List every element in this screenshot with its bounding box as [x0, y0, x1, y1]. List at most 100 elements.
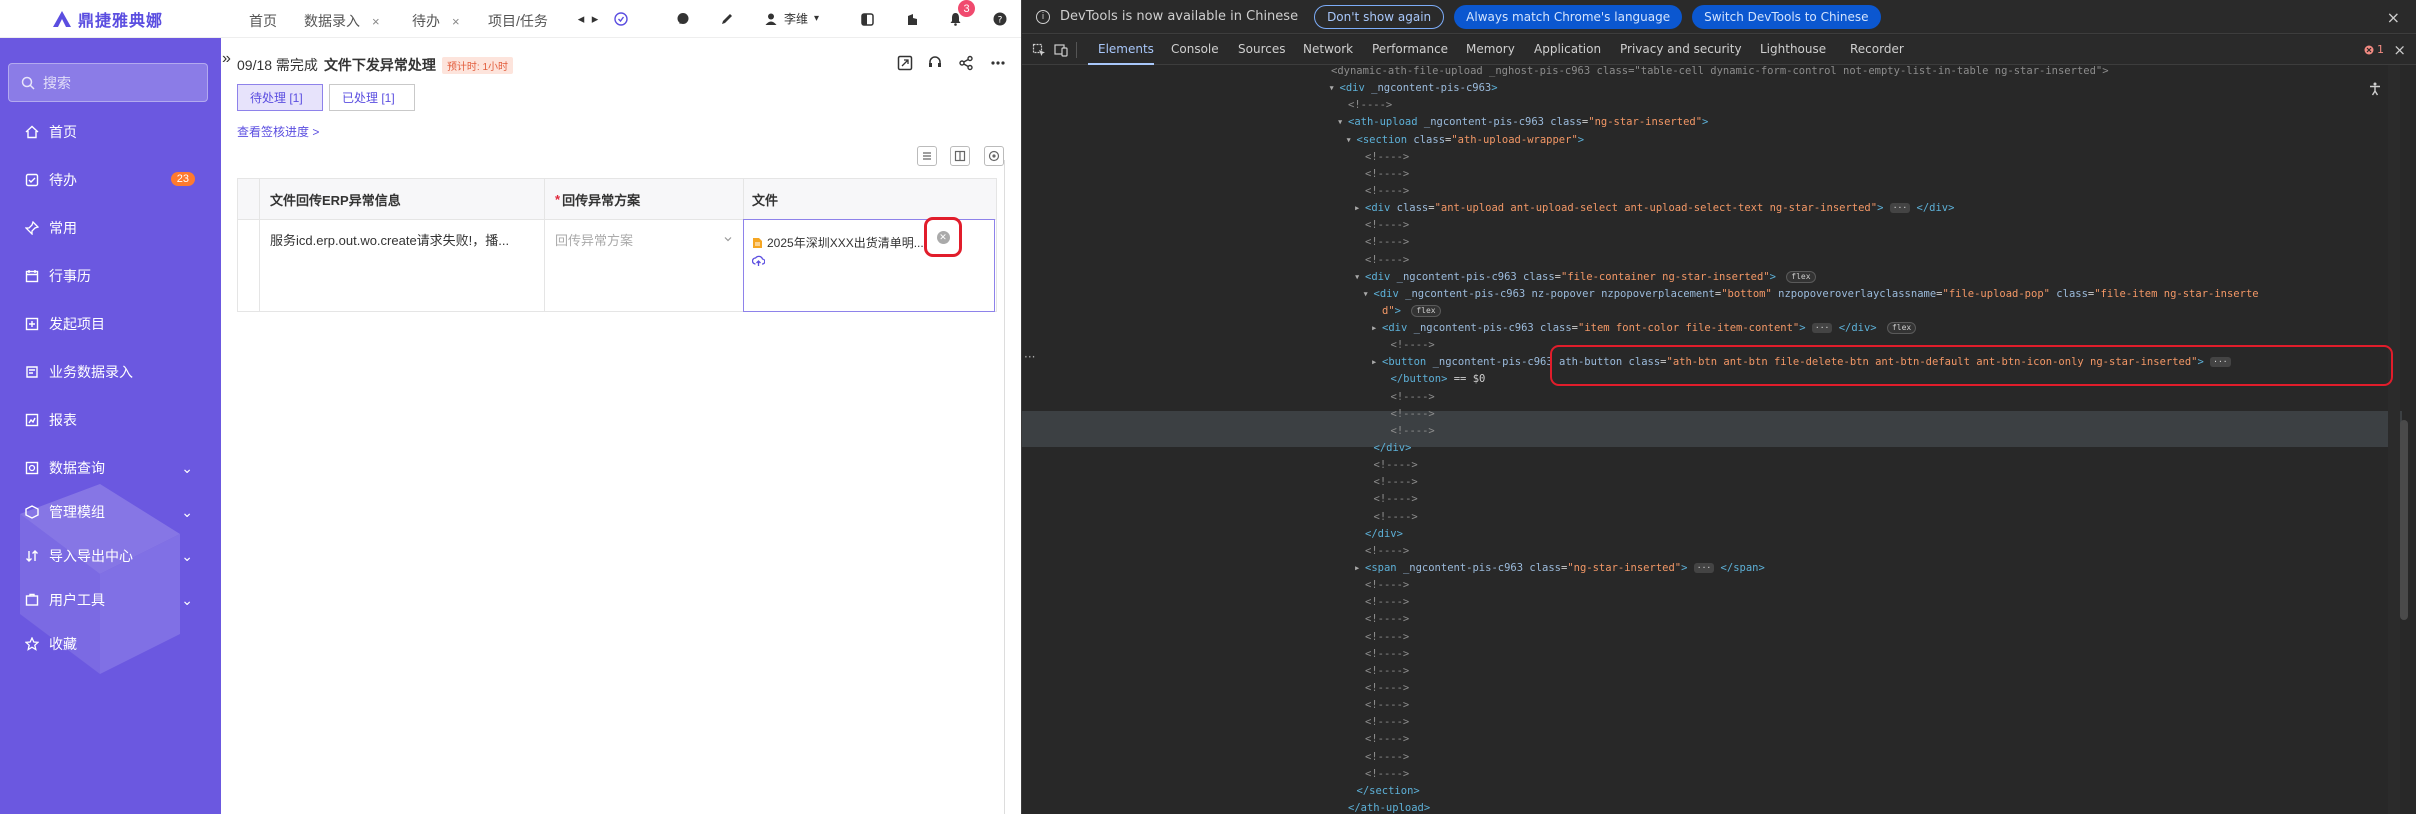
dom-node-line[interactable]: <!----> [1354, 611, 1409, 628]
sidebar-item-home[interactable]: 首页 [0, 110, 221, 154]
collapse-icon[interactable]: » [222, 50, 231, 68]
dont-show-again-button[interactable]: Don't show again [1314, 4, 1445, 29]
dom-node-line[interactable]: ▾ <div _ngcontent-pis-c963> [1329, 80, 1498, 97]
close-devtools-icon[interactable]: × [2393, 41, 2406, 59]
tab-data-entry[interactable]: 数据录入 × [304, 11, 380, 31]
dom-node-line[interactable]: ▾ <div _ngcontent-pis-c963 nz-popover nzp… [1363, 286, 2259, 303]
user-menu[interactable]: 李维 ▾ [764, 10, 819, 27]
tab-console[interactable]: Console [1171, 42, 1219, 56]
dom-node-line[interactable]: <!----> [1354, 749, 1409, 766]
dom-node-line[interactable]: </section> [1346, 783, 1420, 800]
panel-icon[interactable] [858, 10, 876, 28]
dom-node-line[interactable]: <!----> [1380, 389, 1435, 406]
expand-toggle-icon[interactable]: ▸ [1354, 200, 1362, 217]
upload-icon[interactable] [751, 255, 986, 270]
dom-node-line[interactable]: <!----> [1363, 491, 1418, 508]
fullscreen-icon[interactable] [895, 53, 915, 73]
dom-node-line[interactable]: <!----> [1354, 217, 1409, 234]
dom-node-line[interactable]: <!----> [1354, 766, 1409, 783]
dom-node-line[interactable]: <!----> [1354, 646, 1409, 663]
sidebar-item-collection[interactable]: 收藏 [0, 622, 221, 666]
dom-node-line[interactable]: <!----> [1354, 714, 1409, 731]
dom-node-line[interactable]: </ath-upload> [1337, 800, 1430, 814]
dom-node-line[interactable]: <!----> [1354, 663, 1409, 680]
chat-icon[interactable] [674, 10, 692, 28]
tab-network[interactable]: Network [1303, 42, 1353, 56]
dom-node-line[interactable]: ▾ <div _ngcontent-pis-c963 class="file-co… [1354, 269, 1816, 286]
expand-toggle-icon[interactable]: ▾ [1363, 286, 1371, 303]
expand-toggle-icon[interactable]: ▾ [1346, 132, 1354, 149]
building-icon[interactable] [903, 10, 921, 28]
sidebar-item-import-export[interactable]: 导入导出中心 ⌄ [0, 534, 221, 578]
tab-privacy-security[interactable]: Privacy and security [1620, 42, 1742, 56]
tab-processed[interactable]: 已处理 [1] [329, 84, 415, 111]
tab-sources[interactable]: Sources [1238, 42, 1285, 56]
sidebar-item-favorites-common[interactable]: 常用 [0, 206, 221, 250]
dom-node-line[interactable]: <!----> [1354, 234, 1409, 251]
dom-node-line[interactable]: <!----> [1354, 183, 1409, 200]
dom-node-line[interactable]: <!----> [1354, 594, 1409, 611]
dom-node-line[interactable]: d"> flex [1371, 303, 1441, 320]
dom-node-line[interactable]: <!----> [1363, 457, 1418, 474]
node-actions-icon[interactable]: ··· [1024, 350, 1035, 364]
dom-node-line[interactable]: <!----> [1354, 577, 1409, 594]
dom-node-line[interactable]: ▸ <div _ngcontent-pis-c963 class="item fo… [1371, 320, 1917, 337]
dom-node-line[interactable]: ▾ <section class="ath-upload-wrapper"> [1346, 132, 1585, 149]
expand-toggle-icon[interactable]: ▸ [1371, 320, 1379, 337]
dom-node-line[interactable]: ▸ <span _ngcontent-pis-c963 class="ng-sta… [1354, 560, 1765, 577]
device-toolbar-icon[interactable] [1052, 41, 1070, 59]
table-filter-icon[interactable] [950, 146, 970, 166]
edit-icon[interactable] [718, 10, 736, 28]
tab-memory[interactable]: Memory [1466, 42, 1515, 56]
tab-performance[interactable]: Performance [1372, 42, 1448, 56]
tab-application[interactable]: Application [1534, 42, 1601, 56]
logo[interactable]: 鼎捷雅典娜 [52, 8, 163, 30]
close-icon[interactable]: × [452, 14, 460, 29]
sidebar-item-calendar[interactable]: 行事历 [0, 254, 221, 298]
switch-to-chinese-button[interactable]: Switch DevTools to Chinese [1692, 4, 1881, 29]
always-match-language-button[interactable]: Always match Chrome's language [1454, 4, 1683, 29]
dom-node-line[interactable]: <!----> [1354, 166, 1409, 183]
sidebar-item-data-query[interactable]: 数据查询 ⌄ [0, 446, 221, 490]
dom-node-line[interactable]: <!----> [1354, 149, 1409, 166]
dom-node-line[interactable]: <!----> [1354, 697, 1409, 714]
error-counter[interactable]: 1 [2364, 43, 2384, 56]
sidebar-item-report[interactable]: 报表 [0, 398, 221, 442]
dom-node-line[interactable]: <!----> [1354, 731, 1409, 748]
search-input[interactable]: 搜索 [8, 63, 208, 102]
dom-node-line[interactable]: ▸ <div class="ant-upload ant-upload-selec… [1354, 200, 1954, 217]
help-icon[interactable]: ? [991, 10, 1009, 28]
support-icon[interactable] [925, 53, 945, 73]
dom-node-line[interactable]: <!----> [1354, 543, 1409, 560]
more-icon[interactable] [988, 53, 1008, 73]
sidebar-item-data-entry[interactable]: 业务数据录入 [0, 350, 221, 394]
expand-toggle-icon[interactable]: ▾ [1354, 269, 1362, 286]
close-icon[interactable]: × [372, 14, 380, 29]
dom-node-line[interactable]: <!----> [1354, 680, 1409, 697]
dom-node-line[interactable]: <!----> [1380, 423, 1435, 440]
dom-node-line-selected[interactable]: </button> == $0 [1380, 371, 1486, 388]
plan-select[interactable]: 回传异常方案 [545, 220, 744, 311]
table-settings-icon[interactable] [984, 146, 1004, 166]
close-icon[interactable]: × [2387, 8, 2400, 27]
dom-node-line[interactable]: </div> [1354, 526, 1403, 543]
tab-recorder[interactable]: Recorder [1850, 42, 1904, 56]
tab-todo[interactable]: 待办 × [412, 11, 460, 31]
accessibility-icon[interactable] [2368, 82, 2382, 100]
dom-node-line[interactable]: <!----> [1363, 474, 1418, 491]
tab-project-task[interactable]: 项目/任务 [488, 11, 552, 31]
expand-toggle-icon[interactable]: ▾ [1329, 80, 1337, 97]
dom-node-line[interactable]: <!----> [1380, 406, 1435, 423]
dom-node-line[interactable]: <dynamic-ath-file-upload _nghost-pis-c96… [1320, 65, 2109, 80]
tab-home[interactable]: 首页 [249, 11, 277, 31]
dom-node-line[interactable]: <!----> [1363, 509, 1418, 526]
dom-node-line[interactable]: <!----> [1337, 97, 1392, 114]
dom-node-line[interactable]: <!----> [1354, 252, 1409, 269]
expand-toggle-icon[interactable]: ▾ [1337, 114, 1345, 131]
tab-next-icon[interactable]: ▸ [586, 10, 604, 28]
elements-scrollbar[interactable] [2400, 420, 2408, 620]
sidebar-item-todo[interactable]: 待办 23 [0, 158, 221, 202]
dom-node-line[interactable]: </div> [1363, 440, 1412, 457]
tab-lighthouse[interactable]: Lighthouse [1760, 42, 1826, 56]
clock-icon[interactable] [612, 10, 630, 28]
